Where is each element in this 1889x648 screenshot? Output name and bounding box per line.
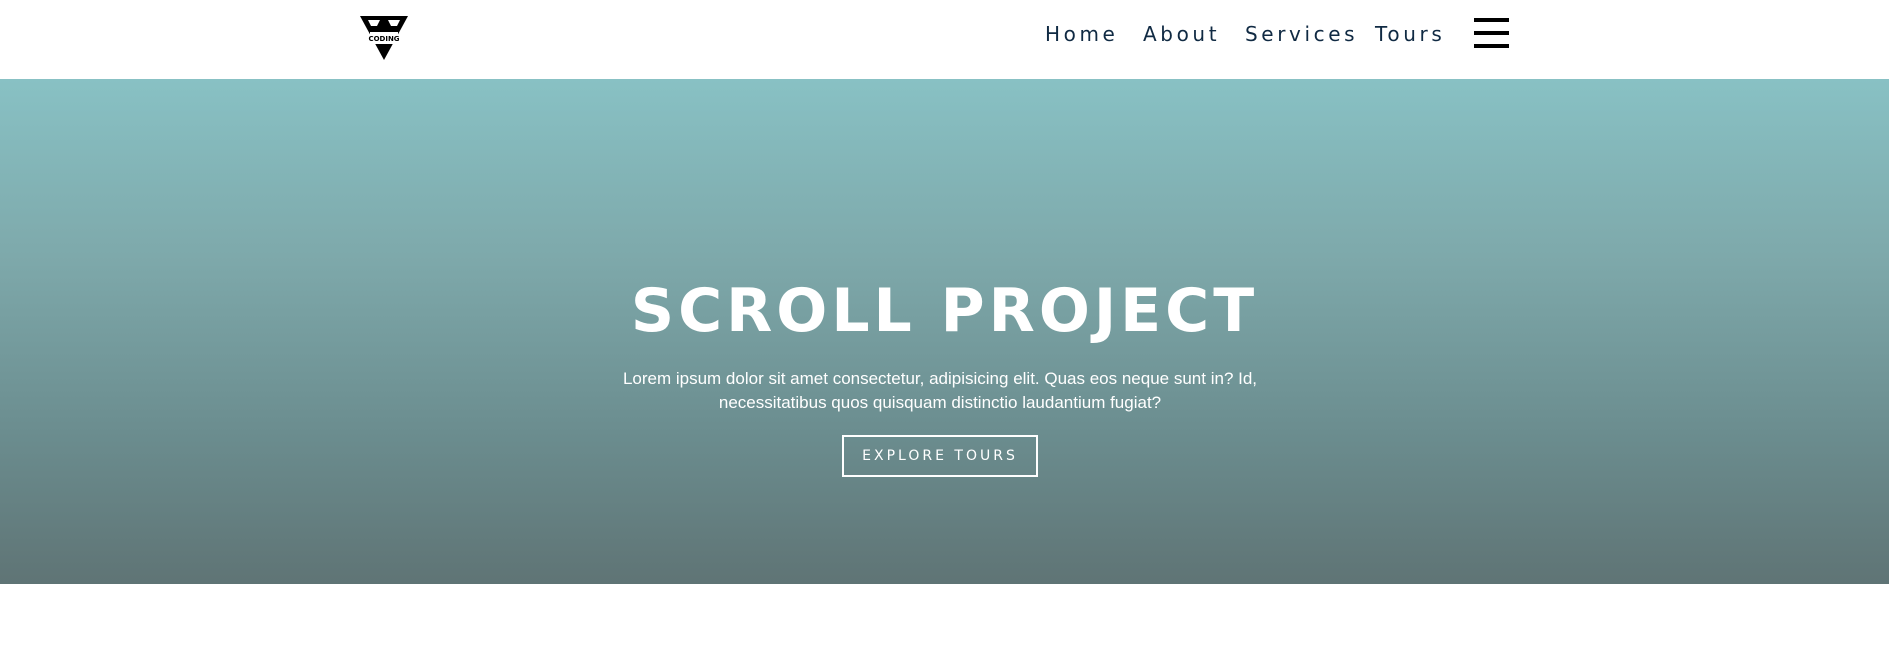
navbar: CODING Home About Services Tours [0, 0, 1889, 79]
nav-link-tours[interactable]: Tours [1375, 22, 1445, 46]
menu-bar-middle [1474, 31, 1509, 35]
hero-banner: SCROLL PROJECT Lorem ipsum dolor sit ame… [0, 79, 1889, 584]
hamburger-menu-icon[interactable] [1474, 18, 1509, 50]
menu-bar-top [1474, 18, 1509, 22]
hero-description: Lorem ipsum dolor sit amet consectetur, … [622, 369, 1258, 412]
nav-link-about[interactable]: About [1143, 22, 1220, 46]
menu-bar-bottom [1474, 44, 1509, 48]
hero-title: SCROLL PROJECT [630, 276, 1259, 346]
nav-link-services[interactable]: Services [1245, 22, 1358, 46]
nav-link-home[interactable]: Home [1045, 22, 1118, 46]
nav-links: Home About Services Tours [0, 22, 1889, 50]
explore-tours-button[interactable]: EXPLORE TOURS [842, 435, 1038, 477]
